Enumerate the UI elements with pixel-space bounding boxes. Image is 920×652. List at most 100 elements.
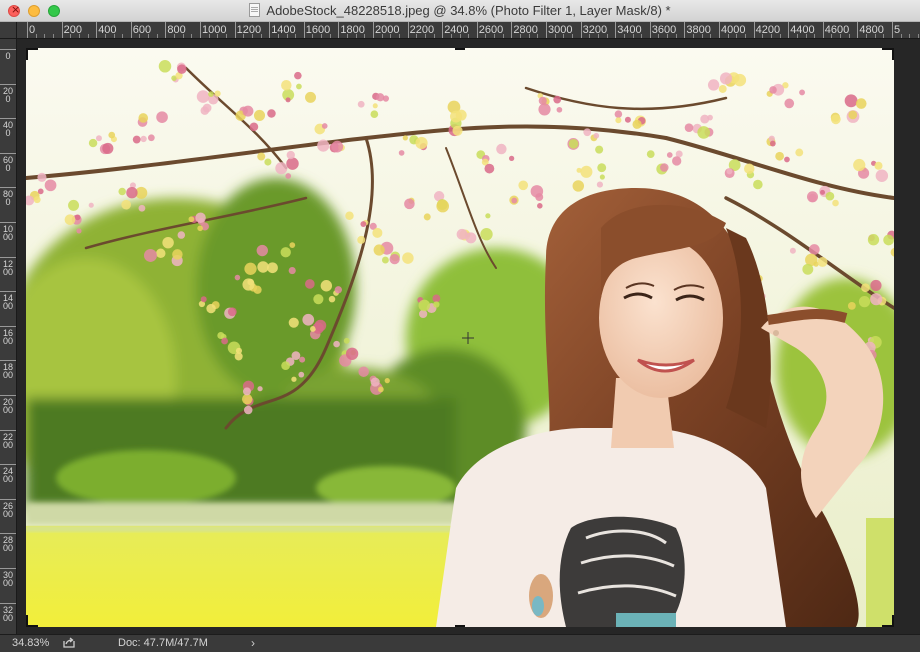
ruler-v-tick: [0, 429, 16, 431]
ruler-h-label: 1600: [305, 24, 331, 36]
ruler-h-tick: [719, 22, 720, 38]
ruler-h-tick: [373, 22, 374, 38]
ruler-h-label: 1000: [202, 24, 227, 36]
edge-handle-bottom[interactable]: [455, 622, 465, 627]
status-bar: 34.83% Doc: 47.7M/47.7M ›: [0, 634, 920, 652]
ruler-h-label: 3000: [548, 24, 573, 36]
ruler-h-tick: [753, 22, 755, 38]
ruler-h-tick: [476, 22, 478, 38]
ruler-h-label: 1400: [271, 24, 296, 36]
ruler-v-tick: [0, 222, 16, 223]
share-icon[interactable]: [63, 637, 75, 648]
ruler-h-label: 3400: [617, 24, 642, 36]
horizontal-ruler[interactable]: 0 200 400 600 800 1000 1200 1400 1600 1800 2000 220…: [17, 22, 920, 39]
ruler-h-tick: [234, 22, 236, 38]
ruler-v-label: 0: [5, 51, 11, 61]
ruler-h-tick: [338, 22, 340, 38]
ruler-v-label: 400: [3, 120, 14, 139]
ruler-h-tick: [407, 22, 409, 38]
ruler-h-tick: [788, 22, 790, 38]
ruler-h-label: 4400: [790, 24, 815, 36]
ruler-v-tick: [0, 395, 16, 396]
ruler-h-tick: [61, 22, 63, 38]
ruler-v-label: 1800: [3, 362, 14, 381]
vertical-ruler[interactable]: 0 200 400 600 800 1000 1200 1400 1600 1800 2000 220…: [0, 39, 17, 634]
ruler-h-label: 4000: [721, 24, 746, 36]
ruler-v-tick: [0, 602, 16, 604]
window-title-suffix: @ 34.8% (Photo Filter 1, Layer Mask/8) *: [429, 3, 671, 18]
document-icon: [249, 3, 261, 17]
corner-handle-top-left[interactable]: [26, 48, 38, 60]
edge-handle-top[interactable]: [455, 48, 465, 53]
ruler-v-tick: [0, 568, 16, 569]
ruler-v-label: 2600: [3, 500, 14, 519]
ruler-h-label: 5: [894, 24, 901, 36]
ruler-v-label: 1200: [3, 258, 14, 277]
ruler-h-label: 2400: [444, 24, 469, 36]
ruler-h-tick: [649, 22, 651, 38]
corner-handle-top-right[interactable]: [882, 48, 894, 60]
ruler-h-tick: [580, 22, 582, 38]
document-canvas[interactable]: [17, 39, 920, 634]
ruler-h-label: 2800: [513, 24, 538, 36]
ruler-v-label: 1400: [3, 293, 14, 312]
ruler-h-tick: [511, 22, 513, 38]
ruler-h-tick: [615, 22, 617, 38]
ruler-v-label: 200: [3, 85, 14, 104]
ruler-v-tick: [0, 118, 16, 120]
ruler-h-tick: [130, 22, 132, 38]
document-size-info: Doc: 47.7M/47.7M: [118, 637, 208, 649]
ruler-v-tick: [0, 464, 16, 466]
title-bar[interactable]: AdobeStock_48228518.jpeg @ 34.8% (Photo …: [0, 0, 920, 22]
ruler-h-label: 1200: [236, 24, 262, 36]
zoom-level[interactable]: 34.83%: [12, 637, 49, 649]
ruler-v-label: 800: [3, 189, 14, 208]
ruler-h-label: 4200: [755, 24, 781, 36]
ruler-h-label: 2000: [375, 24, 400, 36]
ruler-v-tick: [0, 83, 16, 85]
ruler-v-tick: [0, 256, 16, 258]
ruler-v-label: 1600: [3, 327, 14, 346]
ruler-h-tick: [892, 22, 893, 38]
window-title: AdobeStock_48228518.jpeg @ 34.8% (Photo …: [0, 3, 920, 18]
ruler-v-label: 600: [3, 154, 14, 173]
corner-handle-bottom-left[interactable]: [26, 615, 38, 627]
ruler-h-tick: [546, 22, 547, 38]
ruler-v-tick: [0, 325, 16, 327]
ruler-v-label: 2000: [3, 397, 14, 415]
ruler-h-label: 4800: [859, 24, 884, 36]
ruler-v-label: 1000: [3, 224, 14, 242]
ruler-v-tick: [0, 291, 16, 293]
ruler-v-label: 3200: [3, 604, 14, 623]
ruler-h-tick: [200, 22, 201, 38]
document-image[interactable]: [26, 48, 894, 627]
photo-woman-under-blossom-tree: [26, 48, 894, 627]
ruler-h-tick: [857, 22, 859, 38]
ruler-h-tick: [684, 22, 686, 38]
ruler-h-label: 2200: [409, 24, 435, 36]
ruler-h-label: 1800: [340, 24, 365, 36]
ruler-h-label: 3200: [582, 24, 608, 36]
ruler-h-label: 3600: [651, 24, 677, 36]
ruler-h-tick: [96, 22, 98, 38]
window-file-name: AdobeStock_48228518.jpeg: [266, 3, 430, 18]
ruler-h-tick: [165, 22, 167, 38]
ruler-v-tick: [0, 498, 16, 500]
ruler-h-label: 4600: [824, 24, 850, 36]
ruler-v-label: 3000: [3, 570, 14, 588]
ruler-h-tick: [822, 22, 824, 38]
ruler-h-label: 0: [29, 24, 36, 36]
ruler-h-tick: [27, 22, 28, 38]
ruler-h-tick: [269, 22, 271, 38]
corner-handle-bottom-right[interactable]: [882, 615, 894, 627]
ruler-origin[interactable]: [0, 22, 17, 39]
ruler-v-label: 2200: [3, 431, 14, 450]
ruler-v-tick: [0, 49, 16, 50]
ruler-v-tick: [0, 152, 16, 154]
ruler-v-label: 2800: [3, 535, 14, 554]
ruler-v-tick: [0, 360, 16, 362]
ruler-h-label: 3800: [686, 24, 711, 36]
ruler-h-tick: [442, 22, 444, 38]
ruler-h-tick: [303, 22, 305, 38]
status-menu-arrow[interactable]: ›: [251, 636, 255, 650]
